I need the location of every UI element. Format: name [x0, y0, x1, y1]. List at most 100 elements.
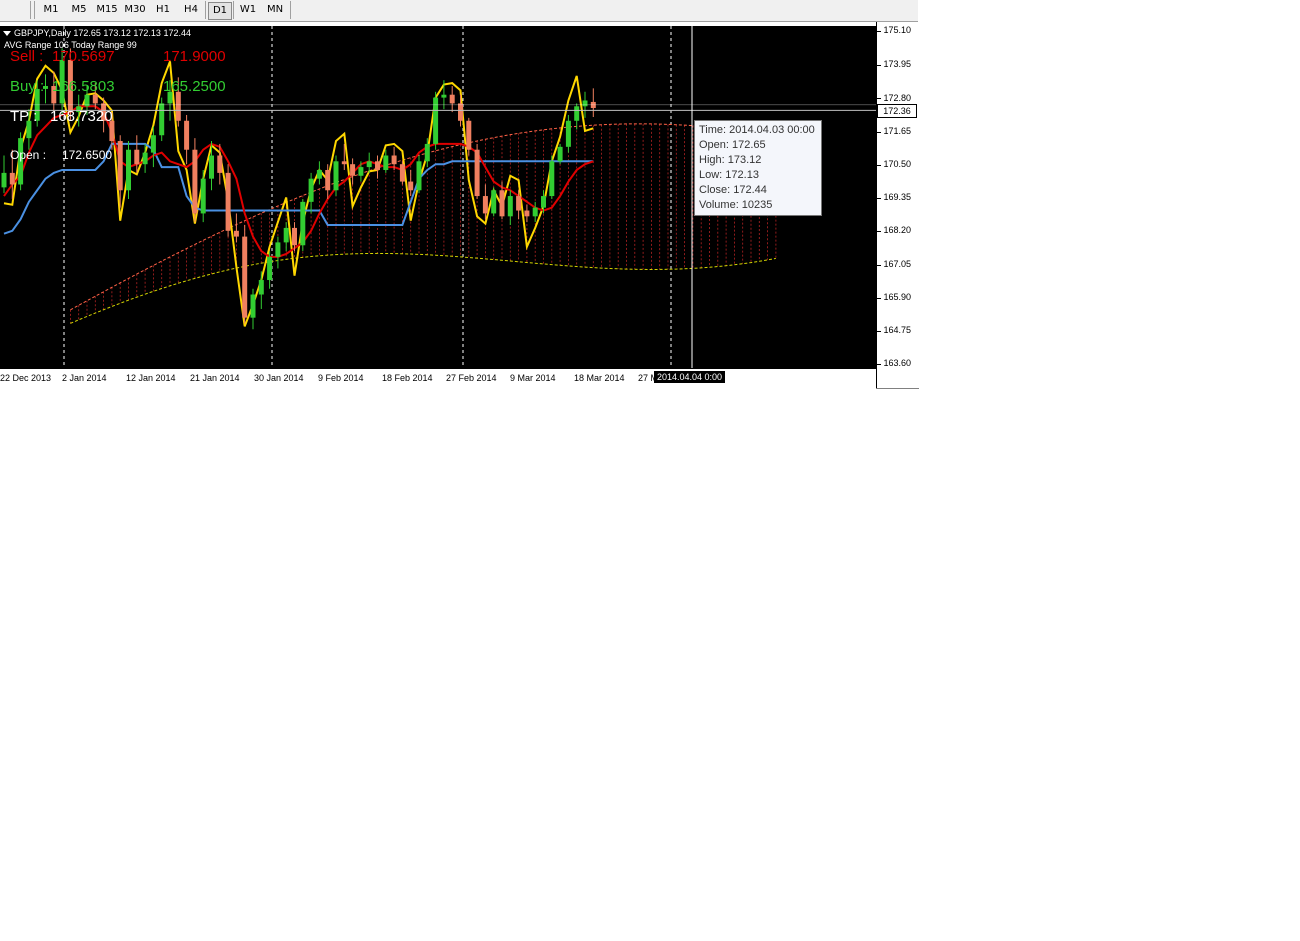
bull-candle: [200, 178, 206, 214]
price-tick: 171.65: [883, 126, 911, 136]
toolbar-separator: [30, 1, 31, 19]
bull-candle: [126, 149, 131, 191]
bull-candle: [250, 294, 256, 318]
sell-label: Sell :: [10, 48, 44, 65]
tooltip-close: Close: 172.44: [699, 184, 767, 196]
buy-target: 165.2500: [163, 78, 226, 95]
bear-candle: [217, 155, 223, 173]
bull-candle: [383, 155, 389, 170]
timeframe-button-m30[interactable]: M30: [122, 2, 148, 18]
bear-candle: [449, 94, 455, 104]
timeframe-button-d1[interactable]: D1: [208, 2, 232, 20]
bull-candle: [159, 103, 165, 136]
bull-candle: [300, 201, 306, 246]
bear-candle: [466, 120, 472, 150]
bull-candle: [416, 161, 422, 191]
bull-candle: [574, 106, 580, 121]
price-tick: 167.05: [883, 259, 911, 269]
chikou-span-line: [3, 61, 594, 327]
timeframe-button-m1[interactable]: M1: [40, 2, 62, 18]
timeframe-button-h1[interactable]: H1: [152, 2, 174, 18]
bull-candle: [532, 207, 538, 217]
bear-candle: [341, 161, 347, 165]
bear-candle: [350, 164, 356, 176]
timeframe-button-mn[interactable]: MN: [264, 2, 286, 18]
date-tick: 27 Feb 2014: [446, 373, 497, 383]
bull-candle: [84, 94, 90, 107]
bull-candle: [366, 161, 372, 168]
bear-candle: [482, 196, 488, 214]
date-tick: 2 Jan 2014: [62, 373, 107, 383]
bull-candle: [565, 120, 571, 147]
date-tick: 22 Dec 2013: [0, 373, 52, 383]
collapse-triangle-icon[interactable]: [3, 31, 11, 37]
tooltip-low: Low: 172.13: [699, 169, 759, 181]
bull-candle: [283, 227, 289, 243]
bear-candle: [399, 164, 405, 182]
bull-candle: [308, 178, 314, 202]
price-tick: 170.50: [883, 159, 911, 169]
tooltip-high: High: 173.12: [699, 154, 762, 166]
bull-candle: [507, 196, 513, 217]
bear-candle: [117, 141, 123, 191]
bull-candle: [333, 161, 339, 191]
date-tick: 30 Jan 2014: [254, 373, 304, 383]
bear-candle: [375, 161, 380, 170]
bear-candle: [391, 155, 397, 165]
date-tick: 9 Mar 2014: [510, 373, 556, 383]
time-axis[interactable]: 22 Dec 2013 2 Jan 2014 12 Jan 2014 21 Ja…: [0, 368, 876, 389]
bear-candle: [516, 196, 522, 211]
bear-candle: [233, 230, 239, 237]
current-price-label: 172.36: [877, 104, 917, 118]
sell-target: 171.9000: [163, 48, 226, 65]
bear-candle: [325, 169, 331, 191]
buy-label: Buy :: [10, 78, 45, 95]
symbol-info-line: GBPJPY,Daily 172.65 173.12 172.13 172.44: [3, 28, 191, 38]
timeframe-toolbar: M1 M5 M15 M30 H1 H4 D1 W1 MN: [0, 0, 918, 22]
price-tick: 172.80: [883, 93, 911, 103]
bull-candle: [275, 242, 281, 257]
bull-candle: [258, 280, 264, 295]
bull-candle: [582, 100, 588, 107]
price-tick: 175.10: [883, 25, 911, 35]
date-tick: 12 Jan 2014: [126, 373, 176, 383]
toolbar-separator: [233, 1, 234, 19]
toolbar-separator: [34, 1, 35, 19]
price-tick: 165.90: [883, 292, 911, 302]
bear-candle: [184, 120, 190, 150]
bull-candle: [541, 196, 546, 208]
timeframe-button-m5[interactable]: M5: [68, 2, 90, 18]
timeframe-button-m15[interactable]: M15: [94, 2, 120, 18]
bear-candle: [524, 210, 530, 217]
bull-candle: [142, 152, 148, 165]
date-tick: 21 Jan 2014: [190, 373, 240, 383]
symbol-ohlc-label: GBPJPY,Daily 172.65 173.12 172.13 172.44: [14, 28, 191, 38]
price-tick: 168.20: [883, 225, 911, 235]
bull-candle: [441, 94, 447, 98]
buy-value: 166.5803: [52, 78, 115, 95]
bull-candle: [491, 190, 497, 214]
bull-candle: [433, 97, 439, 144]
price-axis[interactable]: 175.10 173.95 172.80 171.65 170.50 169.3…: [876, 22, 919, 388]
bear-candle: [474, 149, 480, 197]
bull-candle: [358, 167, 364, 176]
bull-candle: [209, 155, 214, 179]
bear-candle: [408, 181, 414, 191]
tooltip-open: Open: 172.65: [699, 139, 766, 151]
bear-candle: [292, 227, 297, 246]
senkou-span-a-line: [70, 123, 776, 311]
tp-value: 168.7320: [50, 108, 113, 125]
tenkan-sen-line: [3, 105, 594, 258]
timeframe-button-h4[interactable]: H4: [180, 2, 202, 18]
bear-candle: [225, 172, 231, 231]
bear-candle: [134, 149, 140, 165]
bull-candle: [424, 143, 430, 162]
bear-candle: [499, 190, 505, 217]
bull-candle: [1, 172, 7, 188]
tooltip-volume: Volume: 10235: [699, 199, 773, 211]
sell-value: 170.5697: [52, 48, 115, 65]
tooltip-time: Time: 2014.04.03 00:00: [699, 124, 815, 136]
timeframe-button-w1[interactable]: W1: [236, 2, 260, 18]
bull-candle: [150, 135, 156, 153]
bull-candle: [557, 146, 563, 162]
